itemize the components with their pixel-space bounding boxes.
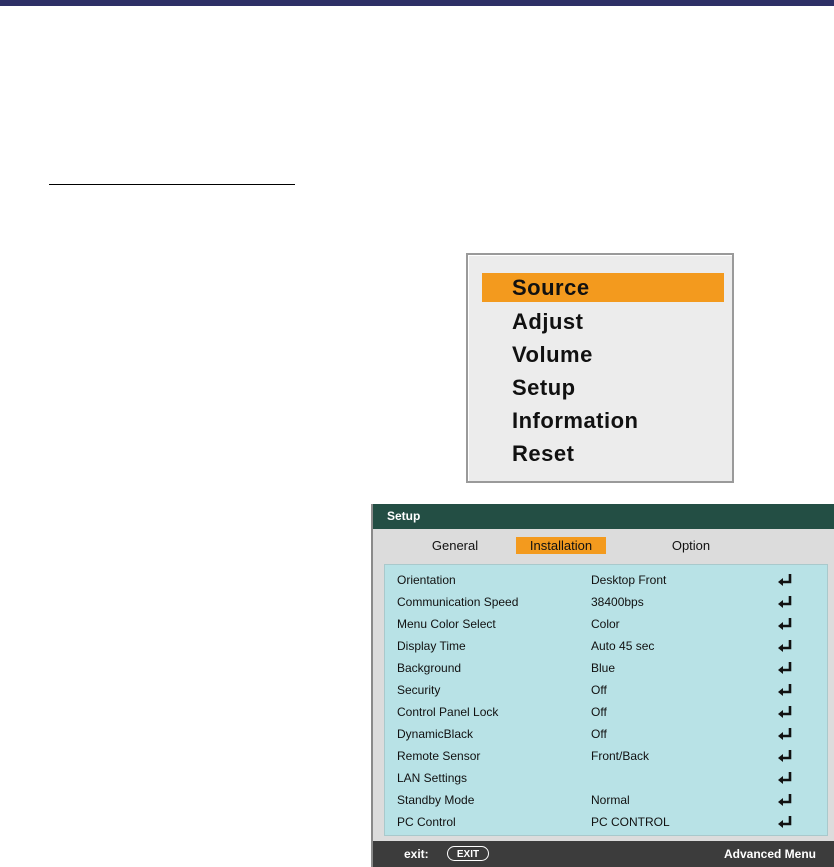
setting-value: PC CONTROL: [591, 815, 670, 829]
enter-icon[interactable]: [777, 573, 793, 587]
setting-row-remote-sensor[interactable]: Remote Sensor Front/Back: [385, 745, 827, 767]
enter-icon[interactable]: [777, 749, 793, 763]
menu-item-label: Volume: [512, 342, 593, 367]
setting-row-lan-settings[interactable]: LAN Settings: [385, 767, 827, 789]
exit-label: exit:: [404, 847, 429, 861]
enter-icon[interactable]: [777, 661, 793, 675]
setting-label: Menu Color Select: [397, 617, 496, 631]
menu-footer: exit: EXIT Advanced Menu: [373, 841, 834, 867]
menu-item-label: Information: [512, 408, 639, 433]
menu-item-label: Reset: [512, 441, 575, 466]
setting-row-background[interactable]: Background Blue: [385, 657, 827, 679]
enter-icon[interactable]: [777, 639, 793, 653]
menu-item-adjust[interactable]: Adjust: [482, 307, 724, 336]
setting-row-menu-color-select[interactable]: Menu Color Select Color: [385, 613, 827, 635]
menu-item-label: Adjust: [512, 309, 584, 334]
enter-icon[interactable]: [777, 683, 793, 697]
setting-label: Communication Speed: [397, 595, 519, 609]
setting-value: Off: [591, 727, 607, 741]
setting-label: DynamicBlack: [397, 727, 474, 741]
setting-label: Standby Mode: [397, 793, 475, 807]
settings-list: Orientation Desktop Front Communication …: [384, 564, 828, 836]
enter-icon[interactable]: [777, 727, 793, 741]
menu-item-reset[interactable]: Reset: [482, 439, 724, 468]
setting-label: Background: [397, 661, 462, 675]
setting-label: LAN Settings: [397, 771, 468, 785]
setting-value: Color: [591, 617, 620, 631]
setting-row-display-time[interactable]: Display Time Auto 45 sec: [385, 635, 827, 657]
enter-icon[interactable]: [777, 815, 793, 829]
setting-label: Orientation: [397, 573, 456, 587]
setting-value: 38400bps: [591, 595, 644, 609]
setting-row-orientation[interactable]: Orientation Desktop Front: [385, 569, 827, 591]
setting-value: Blue: [591, 661, 616, 675]
menu-item-label: Setup: [512, 375, 576, 400]
setting-row-dynamicblack[interactable]: DynamicBlack Off: [385, 723, 827, 745]
setting-row-security[interactable]: Security Off: [385, 679, 827, 701]
enter-icon[interactable]: [777, 595, 793, 609]
menu-item-setup[interactable]: Setup: [482, 373, 724, 402]
enter-icon[interactable]: [777, 705, 793, 719]
setting-value: Front/Back: [591, 749, 650, 763]
divider-line: [49, 184, 295, 185]
setting-label: Remote Sensor: [397, 749, 481, 763]
tab-label: General: [431, 538, 479, 553]
enter-icon[interactable]: [777, 793, 793, 807]
setting-value: Off: [591, 705, 607, 719]
setting-label: PC Control: [397, 815, 456, 829]
enter-icon[interactable]: [777, 617, 793, 631]
exit-key[interactable]: EXIT: [447, 846, 489, 861]
enter-icon[interactable]: [777, 771, 793, 785]
advanced-menu: Setup General Installation Option Orient…: [371, 504, 834, 867]
setting-value: Desktop Front: [591, 573, 667, 587]
setting-row-control-panel-lock[interactable]: Control Panel Lock Off: [385, 701, 827, 723]
setting-row-standby-mode[interactable]: Standby Mode Normal: [385, 789, 827, 811]
setting-label: Security: [397, 683, 441, 697]
setting-row-pc-control[interactable]: PC Control PC CONTROL: [385, 811, 827, 833]
basic-menu: Source Adjust Volume Setup Information R…: [466, 253, 734, 483]
tab-general[interactable]: General: [420, 537, 490, 554]
setting-label: Display Time: [397, 639, 466, 653]
menu-mode-label: Advanced Menu: [723, 847, 816, 861]
menu-title: Setup: [373, 504, 834, 529]
menu-item-volume[interactable]: Volume: [482, 340, 724, 369]
setting-value: Auto 45 sec: [591, 639, 655, 653]
setting-value: Normal: [591, 793, 630, 807]
tab-installation[interactable]: Installation: [516, 537, 606, 554]
tab-label: Installation: [529, 538, 593, 553]
setting-label: Control Panel Lock: [397, 705, 499, 719]
setting-row-communication-speed[interactable]: Communication Speed 38400bps: [385, 591, 827, 613]
menu-item-source[interactable]: Source: [482, 273, 724, 302]
page-header-bar: [0, 0, 834, 6]
tab-option[interactable]: Option: [656, 537, 726, 554]
menu-item-information[interactable]: Information: [482, 406, 724, 435]
tab-label: Option: [671, 538, 711, 553]
setting-value: Off: [591, 683, 607, 697]
menu-item-label: Source: [512, 275, 590, 300]
